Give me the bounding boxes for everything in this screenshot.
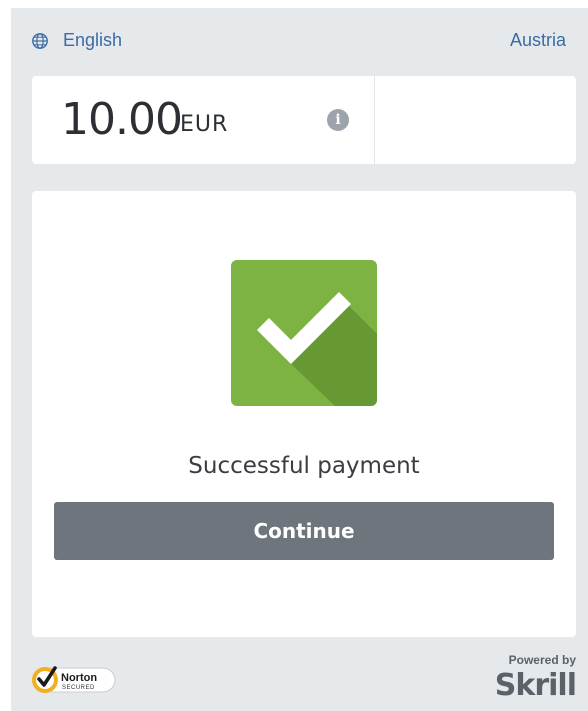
status-message: Successful payment (188, 453, 420, 479)
checkmark-icon (231, 260, 377, 406)
amount-currency: EUR (180, 112, 229, 137)
amount-section: 10.00 EUR i (32, 76, 374, 164)
info-icon[interactable]: i (327, 109, 349, 131)
amount-card: 10.00 EUR i (32, 76, 576, 164)
skrill-logo: Skrill (494, 668, 577, 703)
amount-value: 10.00 (61, 94, 183, 145)
svg-text:Norton: Norton (61, 672, 97, 684)
payment-widget: English Austria 10.00 EUR i Successful p… (11, 8, 588, 711)
continue-button[interactable]: Continue (54, 502, 554, 560)
result-card: Successful payment Continue (32, 191, 576, 637)
powered-by-label: Powered by (508, 653, 576, 667)
globe-icon (32, 32, 48, 49)
svg-text:SECURED: SECURED (62, 685, 95, 691)
powered-by-skrill: Powered by Skrill (494, 653, 577, 703)
amount-divider (374, 76, 375, 164)
norton-secured-badge: Norton SECURED (32, 666, 116, 693)
top-bar: English Austria (11, 8, 588, 74)
country-selector[interactable]: Austria (510, 30, 566, 51)
language-selector[interactable]: English (31, 30, 122, 51)
language-label: English (63, 30, 123, 50)
